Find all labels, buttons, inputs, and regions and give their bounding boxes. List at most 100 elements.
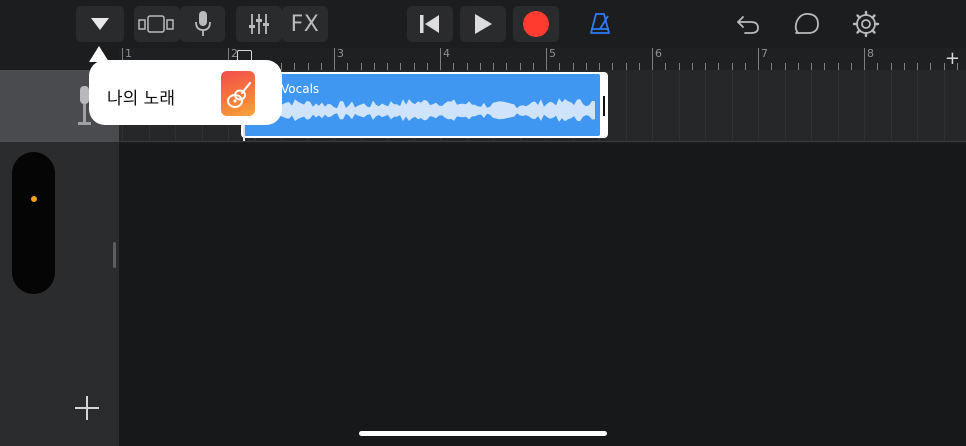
metronome-icon — [590, 13, 610, 34]
ruler-minor-tick — [426, 63, 428, 70]
ruler-minor-tick — [625, 63, 627, 70]
ruler-minor-tick — [612, 63, 614, 70]
ruler-minor-tick — [347, 63, 349, 70]
ruler-bar-number: 6 — [655, 47, 662, 60]
lane-grid-line — [837, 70, 839, 142]
track-selected-indicator — [31, 196, 37, 202]
ruler-minor-tick — [890, 63, 892, 70]
lane-grid-line — [811, 70, 812, 142]
ruler-bar-number: 3 — [337, 47, 344, 60]
audio-region-body: Vocals — [244, 74, 600, 136]
go-to-beginning-button[interactable] — [407, 6, 453, 42]
ruler-minor-tick — [360, 63, 362, 70]
fx-label: FX — [290, 11, 320, 37]
ruler-minor-tick — [930, 63, 932, 70]
lane-grid-line — [678, 70, 680, 142]
ruler-minor-tick — [705, 63, 706, 70]
ruler-minor-tick — [744, 63, 746, 70]
mixer-button[interactable] — [236, 6, 282, 42]
ruler-bar-number: 8 — [867, 47, 874, 60]
arrangement-area[interactable] — [119, 143, 966, 446]
ruler-bar-number: 1 — [125, 47, 132, 60]
ruler-minor-tick — [532, 63, 534, 70]
ruler-minor-tick — [797, 63, 799, 70]
undo-icon — [737, 16, 759, 34]
lane-grid-line — [917, 70, 918, 142]
lane-grid-line — [890, 70, 892, 142]
ruler-minor-tick — [850, 63, 852, 70]
ruler-minor-tick — [479, 63, 481, 70]
ruler-minor-tick — [572, 63, 574, 70]
metronome-button[interactable] — [584, 6, 616, 42]
ruler-minor-tick — [413, 63, 415, 70]
add-track-icon — [75, 396, 99, 420]
control-bar: FX — [0, 0, 966, 48]
ruler-minor-tick — [373, 63, 375, 70]
ruler-minor-tick — [903, 63, 905, 70]
play-button[interactable] — [460, 6, 506, 42]
microphone-icon — [194, 11, 211, 36]
lane-grid-line — [652, 70, 653, 142]
ruler-minor-tick — [665, 63, 667, 70]
ruler-minor-tick — [466, 63, 468, 70]
ruler-minor-tick — [877, 63, 879, 70]
settings-button[interactable] — [850, 6, 882, 42]
lane-grid-line — [705, 70, 706, 142]
ruler-minor-tick — [718, 63, 720, 70]
add-section-button[interactable]: + — [945, 50, 960, 68]
ruler-minor-tick — [811, 63, 812, 70]
ruler-minor-tick — [320, 63, 322, 70]
ruler-bar-number: 5 — [549, 47, 556, 60]
lane-grid-line — [784, 70, 786, 142]
song-title: 나의 노래 — [107, 89, 175, 109]
audio-region-vocals[interactable]: Vocals — [241, 72, 608, 138]
audio-waveform — [274, 98, 595, 122]
browser-toggle-icon — [91, 18, 109, 30]
ruler-minor-tick — [691, 63, 693, 70]
loop-browser-icon — [794, 12, 819, 34]
settings-gear-icon — [852, 10, 880, 38]
ruler-minor-tick — [784, 63, 786, 70]
instrument-button[interactable] — [180, 6, 225, 42]
lane-grid-line — [943, 70, 945, 142]
track-header-resize-handle[interactable] — [113, 242, 116, 268]
mixer-sliders-icon — [249, 14, 269, 34]
ruler-minor-tick — [917, 63, 918, 70]
add-track-button[interactable] — [74, 395, 100, 421]
home-indicator — [359, 431, 607, 436]
ruler-minor-tick — [387, 63, 388, 70]
lane-grid-line — [731, 70, 733, 142]
region-trim-handle[interactable] — [603, 96, 605, 116]
go-to-beginning-icon — [420, 15, 439, 33]
ruler-minor-tick — [506, 63, 508, 70]
ruler-minor-tick — [837, 63, 839, 70]
ruler-minor-tick — [453, 63, 455, 70]
loop-browser-button[interactable] — [791, 6, 823, 42]
lane-grid-line — [864, 70, 865, 142]
lane-grid-line — [625, 70, 627, 142]
ruler-minor-tick — [638, 63, 640, 70]
song-browser-button[interactable] — [76, 6, 124, 42]
track-controls-pill[interactable] — [12, 152, 55, 294]
ruler-bar-number: 7 — [761, 47, 768, 60]
lane-grid-line — [758, 70, 759, 142]
add-section-icon: + — [944, 48, 960, 69]
guitar-icon — [227, 81, 252, 108]
ruler-minor-tick — [519, 63, 521, 70]
play-icon — [475, 14, 492, 34]
ruler-minor-tick — [281, 63, 282, 70]
fx-button[interactable]: FX — [282, 6, 328, 42]
garageband-app-icon[interactable] — [221, 71, 255, 116]
tracks-view-button[interactable] — [134, 6, 180, 42]
undo-button[interactable] — [733, 6, 763, 42]
ruler-minor-tick — [599, 63, 600, 70]
ruler-minor-tick — [493, 63, 494, 70]
record-button[interactable] — [513, 6, 559, 42]
ruler-bar-number: 4 — [443, 47, 450, 60]
ruler-minor-tick — [585, 63, 587, 70]
record-icon — [523, 11, 549, 37]
ruler-minor-tick — [678, 63, 680, 70]
ruler-minor-tick — [400, 63, 402, 70]
ruler-minor-tick — [771, 63, 773, 70]
tracks-view-icon — [138, 15, 174, 33]
